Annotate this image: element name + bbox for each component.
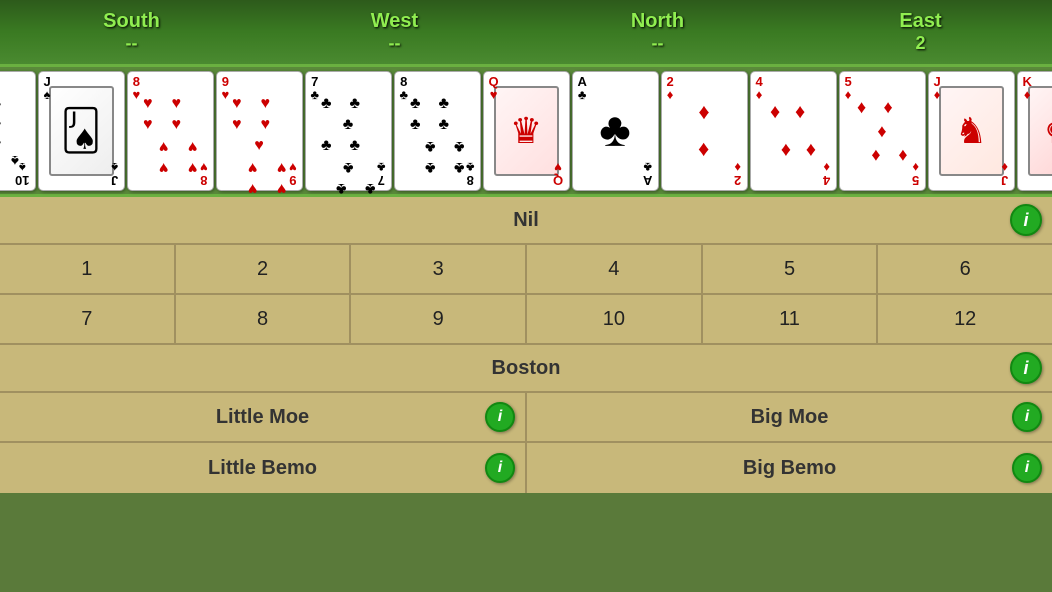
big-moe-label: Big Moe [751, 406, 829, 429]
header-north: North -- [526, 0, 789, 64]
little-bemo-info-button[interactable]: i [485, 453, 515, 483]
grid-row-1: 1 2 3 4 5 6 [0, 245, 1052, 295]
grid-cell-4[interactable]: 4 [527, 245, 703, 293]
little-moe-info-button[interactable]: i [485, 402, 515, 432]
boston-label: Boston [492, 357, 561, 380]
grid-cell-12[interactable]: 12 [878, 295, 1052, 343]
card-2-diamonds[interactable]: 2♦ ♦ ♦ 2♦ [661, 71, 748, 191]
grid-cell-5[interactable]: 5 [703, 245, 879, 293]
big-bemo-info-button[interactable]: i [1012, 453, 1042, 483]
card-5-diamonds[interactable]: 5♦ ♦♦ ♦ ♦♦ 5♦ [839, 71, 926, 191]
nil-row: Nil i [0, 197, 1052, 245]
card-K-diamonds[interactable]: K♦ ♚ K♦ [1017, 71, 1052, 191]
card-8-hearts[interactable]: 8♥ ♥♥ ♥♥ ♥♥ ♥♥ 8♥ [127, 71, 214, 191]
big-bemo-label: Big Bemo [743, 457, 836, 480]
big-moe-cell: Big Moe i [527, 393, 1052, 441]
header-east: East 2 [789, 0, 1052, 64]
game-area: Nil i 1 2 3 4 5 6 7 8 9 10 11 12 Boston … [0, 197, 1052, 493]
south-sub: -- [126, 33, 138, 54]
south-label: South [103, 10, 160, 33]
grid-cell-8[interactable]: 8 [176, 295, 352, 343]
card-7-clubs[interactable]: 7♣ ♣♣ ♣ ♣♣ ♣ ♣♣ 7♣ [305, 71, 392, 191]
card-10-spades[interactable]: 10♠ ♠♠ ♠♠ ♠♠ ♠♠ 10♠ [0, 71, 36, 191]
card-8-clubs[interactable]: 8♣ ♣♣ ♣♣ ♣♣ ♣♣ 8♣ [394, 71, 481, 191]
cards-area: 10♠ ♠♠ ♠♠ ♠♠ ♠♠ 10♠ J♠ 🂫 J♠ 8♥ ♥♥ ♥♥ ♥♥ … [0, 67, 1052, 197]
card-J-diamonds[interactable]: J♦ ♞ J♦ [928, 71, 1015, 191]
card-A-clubs[interactable]: A♣ ♣ A♣ [572, 71, 659, 191]
little-bemo-label: Little Bemo [208, 457, 317, 480]
grid-cell-6[interactable]: 6 [878, 245, 1052, 293]
card-9-hearts[interactable]: 9♥ ♥♥ ♥♥ ♥ ♥♥ ♥♥ 9♥ [216, 71, 303, 191]
little-moe-label: Little Moe [216, 406, 309, 429]
nil-info-button[interactable]: i [1010, 204, 1042, 236]
big-bemo-cell: Big Bemo i [527, 443, 1052, 493]
card-J-spades[interactable]: J♠ 🂫 J♠ [38, 71, 125, 191]
grid-cell-3[interactable]: 3 [351, 245, 527, 293]
header-south: South -- [0, 0, 263, 64]
grid-cell-11[interactable]: 11 [703, 295, 879, 343]
east-label: East [899, 10, 941, 33]
grid-row-2: 7 8 9 10 11 12 [0, 295, 1052, 345]
boston-row: Boston i [0, 345, 1052, 393]
bemo-row: Little Bemo i Big Bemo i [0, 443, 1052, 493]
header: South -- West -- North -- East 2 [0, 0, 1052, 67]
grid-cell-10[interactable]: 10 [527, 295, 703, 343]
little-moe-cell: Little Moe i [0, 393, 527, 441]
grid-cell-2[interactable]: 2 [176, 245, 352, 293]
north-label: North [631, 10, 684, 33]
card-4-diamonds[interactable]: 4♦ ♦♦ ♦♦ 4♦ [750, 71, 837, 191]
north-sub: -- [652, 33, 664, 54]
grid-cell-7[interactable]: 7 [0, 295, 176, 343]
grid-cell-1[interactable]: 1 [0, 245, 176, 293]
nil-label: Nil [513, 209, 539, 232]
big-moe-info-button[interactable]: i [1012, 402, 1042, 432]
header-west: West -- [263, 0, 526, 64]
east-sub: 2 [915, 33, 925, 54]
west-label: West [371, 10, 418, 33]
moe-row: Little Moe i Big Moe i [0, 393, 1052, 443]
grid-cell-9[interactable]: 9 [351, 295, 527, 343]
card-Q-hearts[interactable]: Q♥ ♛ Q♥ [483, 71, 570, 191]
west-sub: -- [389, 33, 401, 54]
boston-info-button[interactable]: i [1010, 352, 1042, 384]
little-bemo-cell: Little Bemo i [0, 443, 527, 493]
